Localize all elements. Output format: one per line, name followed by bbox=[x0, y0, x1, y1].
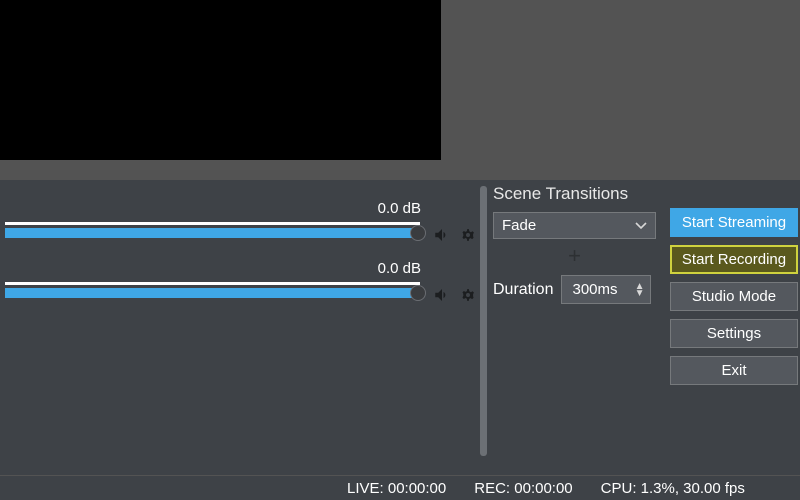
studio-mode-button[interactable]: Studio Mode bbox=[670, 282, 798, 311]
volume-fill bbox=[5, 228, 418, 238]
volume-knob[interactable] bbox=[410, 285, 426, 301]
duration-spinner[interactable]: 300ms ▲▼ bbox=[561, 275, 651, 304]
gear-icon[interactable] bbox=[459, 286, 477, 304]
top-area bbox=[0, 0, 800, 175]
status-bar: LIVE: 00:00:00 REC: 00:00:00 CPU: 1.3%, … bbox=[0, 476, 800, 500]
meter-track bbox=[5, 222, 420, 225]
add-transition-button[interactable]: + bbox=[493, 249, 656, 263]
scene-transitions-title: Scene Transitions bbox=[493, 184, 663, 204]
audio-channel: 0.0 dB bbox=[5, 206, 473, 254]
volume-icon[interactable] bbox=[433, 286, 451, 304]
transition-selected: Fade bbox=[502, 217, 536, 234]
preview-canvas[interactable] bbox=[0, 0, 441, 160]
volume-icon[interactable] bbox=[433, 226, 451, 244]
spinner-arrows-icon[interactable]: ▲▼ bbox=[635, 283, 645, 297]
exit-button[interactable]: Exit bbox=[670, 356, 798, 385]
transition-select[interactable]: Fade bbox=[493, 212, 656, 239]
meter-track bbox=[5, 282, 420, 285]
settings-button[interactable]: Settings bbox=[670, 319, 798, 348]
duration-label: Duration bbox=[493, 281, 553, 299]
status-cpu: CPU: 1.3%, 30.00 fps bbox=[587, 480, 759, 497]
plus-icon: + bbox=[568, 243, 581, 268]
db-readout: 0.0 dB bbox=[378, 260, 421, 277]
start-recording-button[interactable]: Start Recording bbox=[670, 245, 798, 274]
control-buttons: Start Streaming Start Recording Studio M… bbox=[670, 208, 798, 385]
volume-knob[interactable] bbox=[410, 225, 426, 241]
start-streaming-button[interactable]: Start Streaming bbox=[670, 208, 798, 237]
db-readout: 0.0 dB bbox=[378, 200, 421, 217]
status-live: LIVE: 00:00:00 bbox=[333, 480, 460, 497]
status-rec: REC: 00:00:00 bbox=[460, 480, 586, 497]
scene-transitions-panel: Scene Transitions Fade + Duration 300ms … bbox=[493, 184, 663, 304]
volume-fill bbox=[5, 288, 418, 298]
audio-mixer: 0.0 dB 0.0 dB bbox=[0, 206, 483, 466]
audio-channel: 0.0 dB bbox=[5, 266, 473, 314]
mixer-scrollbar[interactable] bbox=[480, 186, 487, 456]
chevron-down-icon bbox=[635, 217, 647, 234]
duration-value: 300ms bbox=[572, 281, 617, 298]
gear-icon[interactable] bbox=[459, 226, 477, 244]
